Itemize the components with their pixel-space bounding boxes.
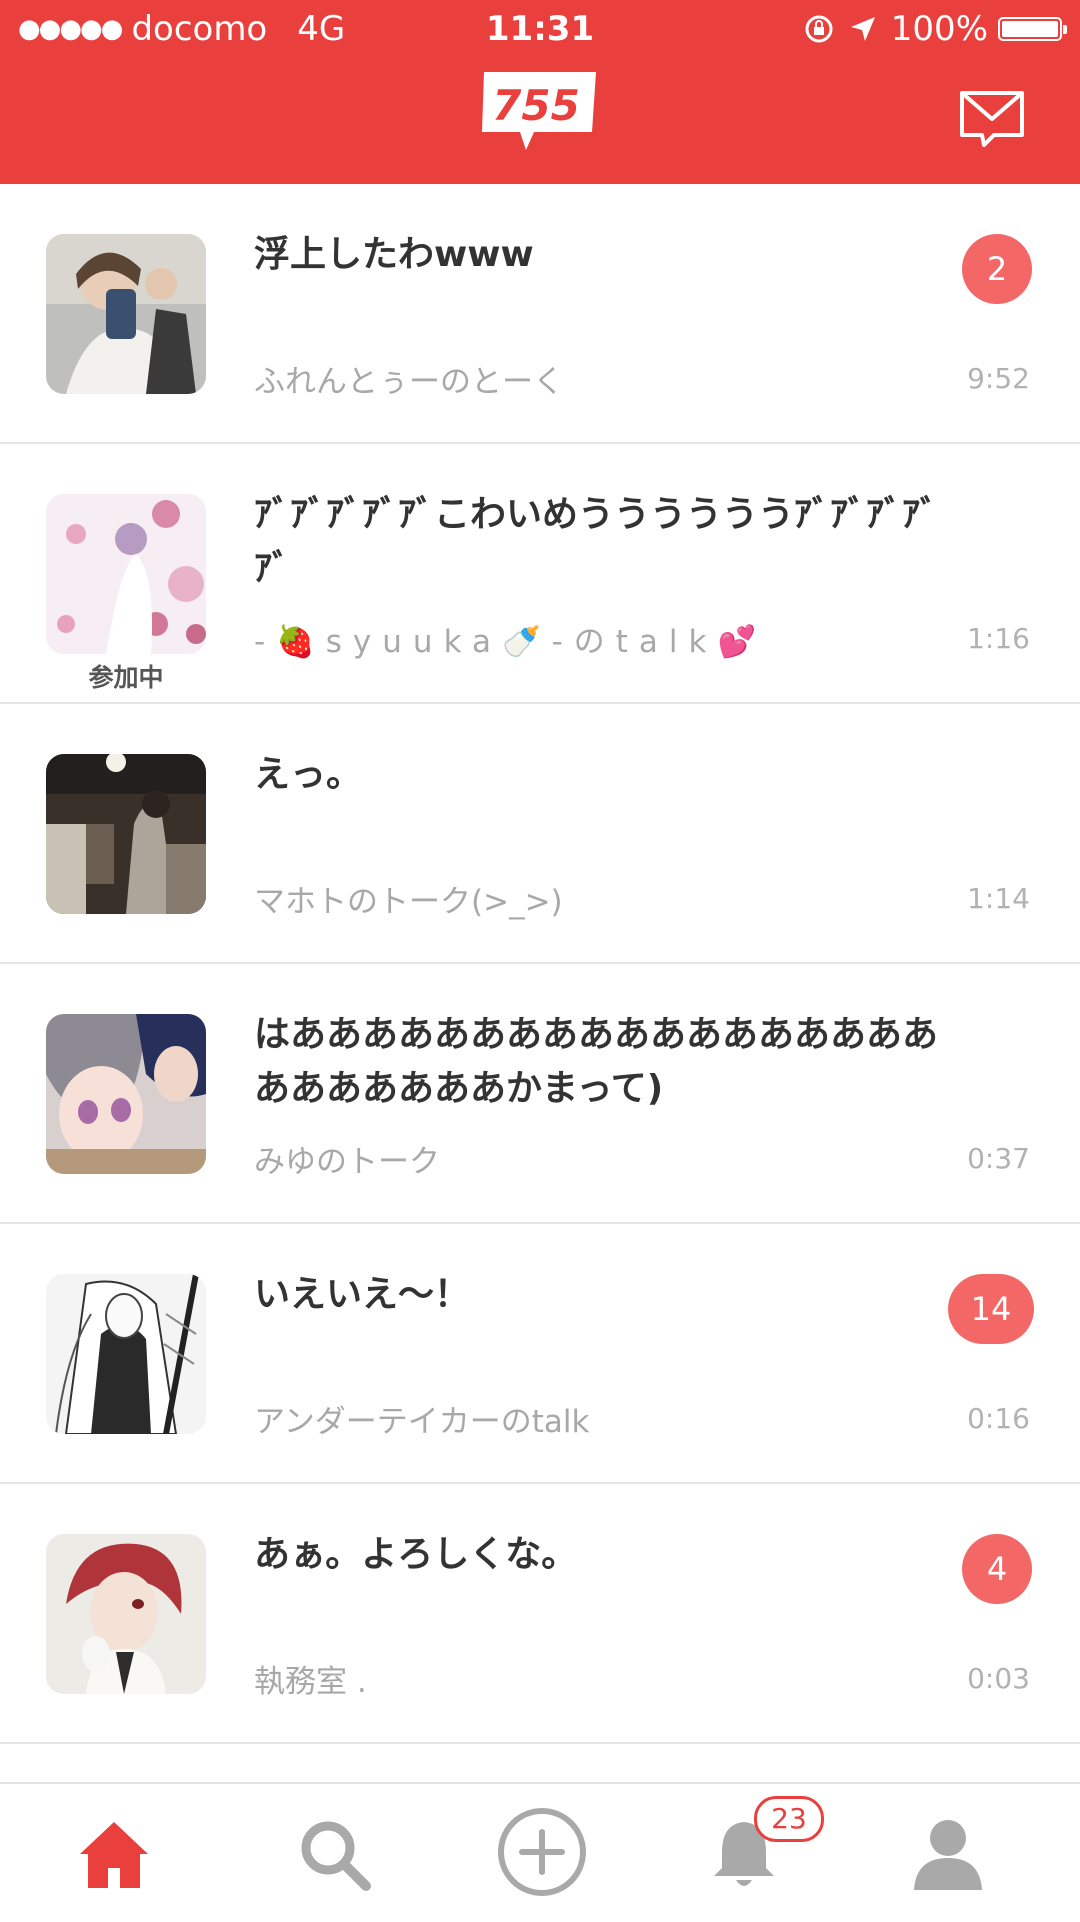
battery-icon [998, 17, 1067, 41]
talk-room-name: -🍓syuuka🍼-のtalk💕 [254, 624, 768, 660]
red-hair-character-image [46, 1534, 206, 1694]
avatar[interactable] [46, 234, 206, 394]
avatar[interactable] [46, 494, 206, 654]
rotation-lock-icon [805, 15, 833, 43]
talk-time: 1:14 [967, 882, 1030, 915]
talk-time: 9:52 [967, 362, 1030, 395]
avatar[interactable] [46, 1014, 206, 1174]
talk-time: 0:37 [967, 1142, 1030, 1175]
talk-row[interactable]: 浮上したわwww ふれんとぅーのとーく 9:52 2 [0, 184, 1080, 444]
avatar[interactable] [46, 1274, 206, 1434]
app-header: 755 [0, 58, 1080, 184]
talk-row[interactable]: あぁ。よろしくな。 執務室 . 0:03 4 [0, 1484, 1080, 1744]
tab-create[interactable] [496, 1806, 588, 1898]
talk-room-name: アンダーテイカーのtalk [254, 1404, 590, 1440]
talk-room-name: マホトのトーク(>_>) [254, 884, 563, 920]
battery-percent: 100% [890, 9, 988, 49]
talk-room-name: みゆのトーク [254, 1144, 440, 1180]
status-right: 100% [803, 9, 1067, 49]
selfie-photo-image [46, 234, 206, 394]
talk-row[interactable]: 参加中 ｱﾞｱﾞｱﾞｱﾞｱﾞこわいめううううううｱﾞｱﾞｱﾞｱﾞｱﾞ -🍓syu… [0, 444, 1080, 704]
unread-badge: 4 [962, 1534, 1032, 1604]
location-arrow-icon [850, 17, 875, 41]
home-icon [80, 1822, 148, 1888]
plus-circle-icon [498, 1808, 586, 1896]
anime-couple-image [46, 1014, 206, 1174]
talk-title: いえいえ〜！ [254, 1274, 471, 1315]
talk-list: 浮上したわwww ふれんとぅーのとーく 9:52 2 参加中 ｱﾞｱﾞｱﾞｱﾞｱ… [0, 184, 1080, 1744]
tab-profile[interactable] [908, 1814, 988, 1894]
unread-badge: 14 [948, 1274, 1034, 1344]
talk-time: 0:03 [967, 1662, 1030, 1695]
logo-text: 755 [492, 81, 580, 130]
avatar[interactable] [46, 754, 206, 914]
tab-home[interactable] [74, 1814, 154, 1894]
talk-time: 1:16 [967, 622, 1030, 655]
talk-title: はあああああああああああああああああああああああああかまって) [254, 1014, 939, 1109]
avatar[interactable] [46, 1534, 206, 1694]
person-icon [914, 1820, 982, 1890]
sketch-character-image [46, 1274, 206, 1434]
pink-illustration-image [46, 494, 206, 654]
studio-photo-image [46, 754, 206, 914]
talk-room-name: ふれんとぅーのとーく [254, 364, 564, 400]
talk-row[interactable]: えっ。 マホトのトーク(>_>) 1:14 [0, 704, 1080, 964]
envelope-icon[interactable] [958, 87, 1026, 147]
talk-title: えっ。 [254, 754, 363, 795]
talk-title: ｱﾞｱﾞｱﾞｱﾞｱﾞこわいめううううううｱﾞｱﾞｱﾞｱﾞｱﾞ [254, 494, 939, 589]
tab-search[interactable] [294, 1814, 374, 1894]
notification-count-badge: 23 [754, 1796, 824, 1842]
unread-badge: 2 [962, 234, 1032, 304]
talk-time: 0:16 [967, 1402, 1030, 1435]
search-icon [301, 1821, 371, 1891]
status-bar: ●●●●● docomo 4G 11:31 100% [0, 0, 1080, 58]
talk-row[interactable]: はあああああああああああああああああああああああああかまって) みゆのトーク 0… [0, 964, 1080, 1224]
talk-title: 浮上したわwww [254, 234, 534, 275]
talk-room-name: 執務室 . [254, 1664, 367, 1700]
joined-label: 参加中 [88, 663, 164, 692]
tab-bar: 23 [0, 1782, 1080, 1922]
talk-row[interactable]: いえいえ〜！ アンダーテイカーのtalk 0:16 14 [0, 1224, 1080, 1484]
app-logo[interactable]: 755 [476, 70, 600, 152]
talk-title: あぁ。よろしくな。 [254, 1534, 578, 1575]
